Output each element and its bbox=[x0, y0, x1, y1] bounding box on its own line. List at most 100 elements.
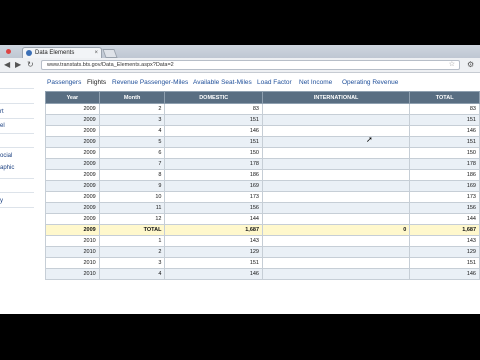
nav-link[interactable]: Operating Revenue bbox=[342, 79, 398, 86]
cell-domestic: 156 bbox=[164, 202, 263, 214]
data-table: Year Month DOMESTIC INTERNATIONAL TOTAL 2009… bbox=[45, 91, 480, 280]
sidebar-divider bbox=[0, 178, 34, 179]
cell-total: 129 bbox=[409, 246, 480, 258]
window-close-icon[interactable] bbox=[6, 49, 11, 54]
cell-year: 2009 bbox=[45, 147, 100, 159]
cell-international bbox=[261, 125, 411, 137]
nav-link[interactable]: Flights bbox=[87, 79, 106, 86]
sidebar-divider bbox=[0, 88, 34, 89]
cell-domestic: 143 bbox=[164, 235, 263, 247]
cell-total: 173 bbox=[409, 191, 480, 203]
cell-international bbox=[261, 235, 411, 247]
sidebar-divider bbox=[0, 103, 34, 104]
cell-total: 151 bbox=[409, 114, 480, 126]
cell-month: 5 bbox=[98, 136, 166, 148]
table-row: 2009 4 146 146 bbox=[45, 125, 480, 137]
cell-total: 178 bbox=[409, 158, 480, 170]
table-row: 2009 10 173 173 bbox=[45, 191, 480, 203]
sidebar: rt el ocial aphic y bbox=[0, 73, 34, 273]
cell-domestic: 146 bbox=[164, 125, 263, 137]
cell-domestic: 151 bbox=[164, 114, 263, 126]
cell-year: 2010 bbox=[45, 235, 100, 247]
cell-domestic: 144 bbox=[164, 213, 263, 225]
cell-total: 143 bbox=[409, 235, 480, 247]
sidebar-divider bbox=[0, 133, 34, 134]
sidebar-divider bbox=[0, 192, 34, 193]
total-row: 2009 TOTAL 1,687 0 1,687 bbox=[45, 224, 480, 236]
forward-icon[interactable]: ▶ bbox=[15, 60, 21, 70]
cell-year: 2009 bbox=[45, 213, 100, 225]
cell-month: 12 bbox=[98, 213, 166, 225]
cell-international bbox=[261, 202, 411, 214]
cell-international bbox=[261, 246, 411, 258]
cell-total: 186 bbox=[409, 169, 480, 181]
nav-link[interactable]: Passengers bbox=[47, 79, 81, 86]
cell-year: 2009 bbox=[45, 224, 100, 236]
column-header[interactable]: TOTAL bbox=[409, 91, 480, 104]
cell-total: 146 bbox=[409, 125, 480, 137]
cell-international bbox=[261, 268, 411, 280]
table-row: 2009 2 83 83 bbox=[45, 103, 480, 115]
column-header[interactable]: Year bbox=[45, 91, 100, 104]
cell-year: 2009 bbox=[45, 169, 100, 181]
cell-international bbox=[261, 114, 411, 126]
address-bar[interactable]: www.transtats.bts.gov/Data_Elements.aspx… bbox=[41, 60, 460, 70]
cell-month: 6 bbox=[98, 147, 166, 159]
sidebar-divider bbox=[0, 147, 34, 148]
cell-month: 8 bbox=[98, 169, 166, 181]
reload-icon[interactable]: ↻ bbox=[27, 60, 34, 70]
cell-international: 0 bbox=[261, 224, 411, 236]
cell-total: 144 bbox=[409, 213, 480, 225]
cell-total: 169 bbox=[409, 180, 480, 192]
cell-domestic: 173 bbox=[164, 191, 263, 203]
cell-domestic: 129 bbox=[164, 246, 263, 258]
column-header[interactable]: DOMESTIC bbox=[164, 91, 263, 104]
browser-tab[interactable]: Data Elements × bbox=[22, 47, 102, 58]
cell-month: 2 bbox=[98, 103, 166, 115]
column-header[interactable]: Month bbox=[98, 91, 166, 104]
cell-month: 9 bbox=[98, 180, 166, 192]
cell-month: 2 bbox=[98, 246, 166, 258]
cell-domestic: 1,687 bbox=[164, 224, 263, 236]
tab-strip: Data Elements × bbox=[0, 45, 480, 58]
cell-year: 2009 bbox=[45, 191, 100, 203]
table-row: 2009 12 144 144 bbox=[45, 213, 480, 225]
cell-month: 10 bbox=[98, 191, 166, 203]
sidebar-item[interactable]: rt bbox=[0, 108, 4, 116]
cell-year: 2009 bbox=[45, 158, 100, 170]
cell-month: 7 bbox=[98, 158, 166, 170]
table-row: 2010 3 151 151 bbox=[45, 257, 480, 269]
nav-link[interactable]: Net Income bbox=[299, 79, 332, 86]
nav-link[interactable]: Revenue Passenger-Miles bbox=[112, 79, 188, 86]
nav-link[interactable]: Available Seat-Miles bbox=[193, 79, 252, 86]
cell-international bbox=[261, 191, 411, 203]
cell-year: 2009 bbox=[45, 180, 100, 192]
nav-link[interactable]: Load Factor bbox=[257, 79, 292, 86]
cell-year: 2009 bbox=[45, 136, 100, 148]
cell-domestic: 83 bbox=[164, 103, 263, 115]
sidebar-divider bbox=[0, 207, 34, 208]
table-row: 2010 1 143 143 bbox=[45, 235, 480, 247]
tab-close-icon[interactable]: × bbox=[94, 48, 98, 58]
new-tab-button[interactable] bbox=[102, 49, 118, 58]
sidebar-item[interactable]: el bbox=[0, 122, 5, 130]
cell-month: 4 bbox=[98, 125, 166, 137]
sidebar-item[interactable]: y bbox=[0, 197, 3, 205]
cell-international bbox=[261, 169, 411, 181]
back-icon[interactable]: ◀ bbox=[4, 60, 10, 70]
sidebar-item[interactable]: ocial bbox=[0, 152, 12, 160]
cell-month: TOTAL bbox=[98, 224, 166, 236]
favicon-icon bbox=[26, 50, 32, 56]
table-row: 2010 2 129 129 bbox=[45, 246, 480, 258]
cell-year: 2009 bbox=[45, 103, 100, 115]
cell-year: 2009 bbox=[45, 125, 100, 137]
tab-title: Data Elements bbox=[35, 50, 75, 56]
cell-domestic: 151 bbox=[164, 257, 263, 269]
column-header[interactable]: INTERNATIONAL bbox=[261, 91, 411, 104]
cell-international bbox=[261, 158, 411, 170]
wrench-icon[interactable]: ⚙ bbox=[467, 60, 474, 70]
bookmark-star-icon[interactable]: ☆ bbox=[449, 61, 455, 69]
cell-international bbox=[261, 103, 411, 115]
sidebar-item[interactable]: aphic bbox=[0, 164, 14, 172]
cell-international bbox=[261, 147, 411, 159]
